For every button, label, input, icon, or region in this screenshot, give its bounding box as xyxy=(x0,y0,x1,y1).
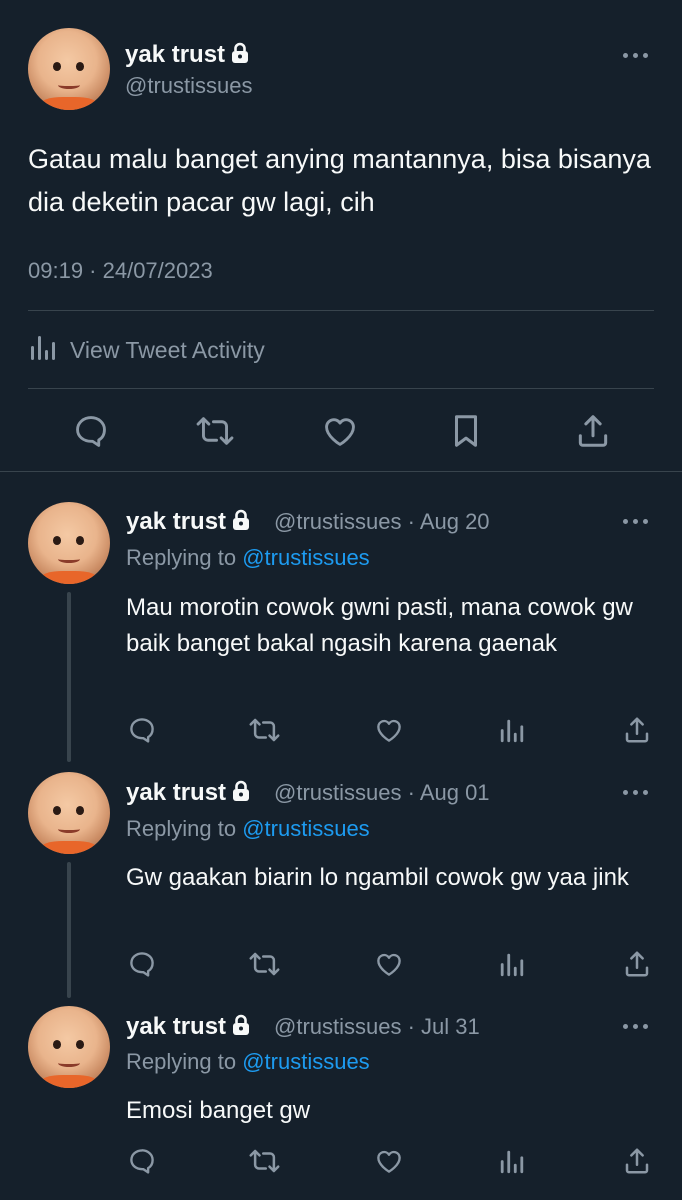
handle-and-date[interactable]: @trustissues · Jul 31 xyxy=(274,1014,480,1040)
retweet-icon[interactable] xyxy=(248,715,281,745)
share-icon[interactable] xyxy=(622,715,652,745)
author-handle[interactable]: @trustissues xyxy=(125,73,252,99)
reply-icon[interactable] xyxy=(72,412,110,450)
avatar[interactable] xyxy=(28,502,110,584)
avatar[interactable] xyxy=(28,772,110,854)
analytics-icon[interactable] xyxy=(498,716,526,744)
author-name[interactable]: yak trust xyxy=(126,779,250,809)
handle-and-date[interactable]: @trustissues · Aug 20 xyxy=(274,509,490,535)
share-icon[interactable] xyxy=(622,1146,652,1176)
author-name[interactable]: yak trust xyxy=(126,508,250,538)
replying-to: Replying to @trustissues xyxy=(126,1049,370,1074)
view-tweet-activity-button[interactable]: View Tweet Activity xyxy=(28,332,265,368)
like-icon[interactable] xyxy=(374,1146,404,1176)
tweet-timestamp[interactable]: 09:19 · 24/07/2023 xyxy=(28,258,213,284)
reply-text: Emosi banget gw xyxy=(126,1097,311,1124)
retweet-icon[interactable] xyxy=(248,1146,281,1176)
analytics-icon xyxy=(28,332,58,368)
like-icon[interactable] xyxy=(374,715,404,745)
tweet-actions xyxy=(0,410,682,454)
replying-to: Replying to @trustissues xyxy=(126,816,370,841)
reply-icon[interactable] xyxy=(127,1146,157,1176)
author-name[interactable]: yak trust xyxy=(126,1013,250,1043)
tweet-text: Gatau malu banget anying mantannya, bisa… xyxy=(28,144,651,217)
handle-and-date[interactable]: @trustissues · Aug 01 xyxy=(274,780,490,806)
author-name[interactable]: yak trust xyxy=(125,41,249,71)
like-icon[interactable] xyxy=(374,949,404,979)
retweet-icon[interactable] xyxy=(195,412,235,450)
divider xyxy=(28,310,654,311)
mention-link[interactable]: @trustissues xyxy=(242,545,369,570)
share-icon[interactable] xyxy=(622,949,652,979)
lock-icon xyxy=(232,1014,250,1043)
replying-to: Replying to @trustissues xyxy=(126,545,370,570)
retweet-icon[interactable] xyxy=(248,949,281,979)
more-options-icon[interactable] xyxy=(623,790,648,795)
thread-line xyxy=(67,862,71,998)
like-icon[interactable] xyxy=(321,412,359,450)
analytics-icon[interactable] xyxy=(498,1147,526,1175)
lock-icon xyxy=(231,42,249,71)
more-options-icon[interactable] xyxy=(623,1024,648,1029)
analytics-icon[interactable] xyxy=(498,950,526,978)
view-tweet-activity-label: View Tweet Activity xyxy=(70,336,265,363)
reply-text: Gw gaakan biarin lo ngambil cowok gw yaa… xyxy=(126,864,629,891)
mention-link[interactable]: @trustissues xyxy=(242,816,369,841)
section-divider xyxy=(0,471,682,472)
reply-icon[interactable] xyxy=(127,715,157,745)
more-options-icon[interactable] xyxy=(623,53,648,58)
lock-icon xyxy=(232,780,250,809)
mention-link[interactable]: @trustissues xyxy=(242,1049,369,1074)
share-icon[interactable] xyxy=(574,412,612,450)
lock-icon xyxy=(232,509,250,538)
reply-icon[interactable] xyxy=(127,949,157,979)
reply-text: Mau morotin cowok gwni pasti, mana cowok… xyxy=(126,594,633,657)
avatar[interactable] xyxy=(28,1006,110,1088)
bookmark-icon[interactable] xyxy=(448,412,484,450)
more-options-icon[interactable] xyxy=(623,519,648,524)
divider xyxy=(28,388,654,389)
thread-line xyxy=(67,592,71,762)
avatar[interactable] xyxy=(28,28,110,110)
